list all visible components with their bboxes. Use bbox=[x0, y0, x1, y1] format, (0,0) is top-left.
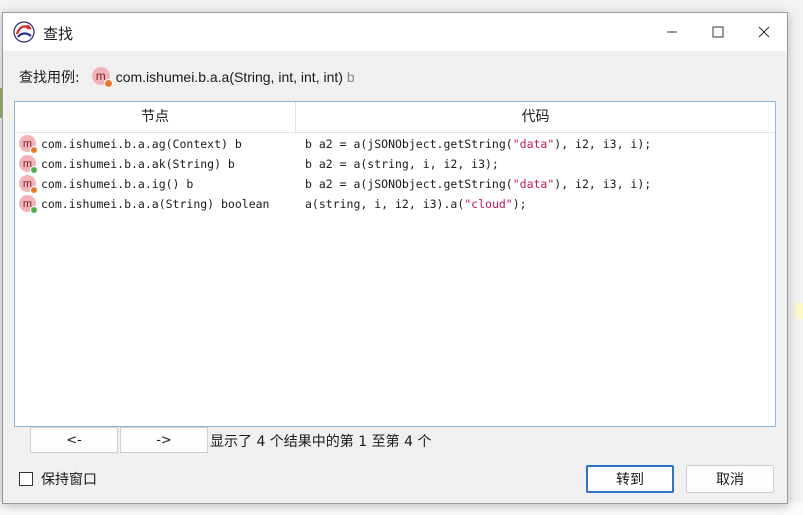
node-text: com.ishumei.b.a.a(String) boolean bbox=[41, 197, 270, 211]
column-header-node[interactable]: 节点 bbox=[15, 102, 296, 132]
close-button[interactable] bbox=[741, 13, 787, 51]
node-text: com.ishumei.b.a.ig() b bbox=[41, 177, 194, 191]
keep-window-label: 保持窗口 bbox=[41, 472, 97, 488]
code-fragment: ), i2, i3, i); bbox=[554, 137, 652, 151]
code-cell: b a2 = a(string, i, i2, i3); bbox=[305, 154, 499, 174]
code-cell: b a2 = a(jSONObject.getString("data"), i… bbox=[305, 134, 651, 154]
cancel-button[interactable]: 取消 bbox=[686, 465, 774, 493]
minimize-button[interactable] bbox=[649, 13, 695, 51]
code-fragment: ); bbox=[512, 197, 527, 211]
method-icon-dot bbox=[30, 206, 38, 214]
keep-window-checkbox[interactable] bbox=[19, 472, 33, 486]
minimize-icon bbox=[667, 31, 677, 33]
find-usages-header: 查找用例: m com.ishumei.b.a.a(String, int, i… bbox=[19, 67, 355, 88]
method-icon: m bbox=[19, 135, 38, 154]
code-fragment: a(string, i, i2, i3).a( bbox=[305, 197, 465, 211]
window-title: 查找 bbox=[43, 25, 74, 43]
code-string-literal: "data" bbox=[512, 177, 555, 191]
table-row[interactable]: m com.ishumei.b.a.ak(String) b b a2 = a(st… bbox=[15, 154, 775, 174]
method-icon: m bbox=[19, 175, 38, 194]
background-app-highlight bbox=[795, 303, 803, 319]
close-icon bbox=[758, 26, 770, 38]
node-cell: m com.ishumei.b.a.ag(Context) b bbox=[15, 134, 295, 154]
method-icon: m bbox=[91, 67, 113, 88]
code-string-literal: "data" bbox=[512, 137, 555, 151]
method-icon: m bbox=[19, 155, 38, 174]
table-row[interactable]: m com.ishumei.b.a.ag(Context) b b a2 = a(j… bbox=[15, 134, 775, 154]
previous-page-button[interactable]: <- bbox=[30, 427, 118, 453]
usages-table: 节点 代码 m com.ishumei.b.a.ag(Context) bb a2… bbox=[14, 101, 776, 427]
method-icon-dot bbox=[103, 79, 113, 88]
target-method-signature: com.ishumei.b.a.a(String, int, int, int) bbox=[115, 69, 343, 85]
code-fragment: b a2 = a(jSONObject.getString( bbox=[305, 177, 513, 191]
method-icon-dot bbox=[30, 186, 38, 194]
goto-button[interactable]: 转到 bbox=[586, 465, 674, 493]
find-usages-label: 查找用例: bbox=[19, 70, 80, 86]
code-string-literal: "cloud" bbox=[464, 197, 513, 211]
node-text: com.ishumei.b.a.ak(String) b bbox=[41, 157, 235, 171]
target-method-return-type: b bbox=[346, 69, 355, 85]
title-bar: 查找 bbox=[3, 13, 787, 51]
results-status: 显示了 4 个结果中的第 1 至第 4 个 bbox=[210, 434, 432, 450]
code-fragment: b a2 = a(jSONObject.getString( bbox=[305, 137, 513, 151]
node-cell: m com.ishumei.b.a.a(String) boolean bbox=[15, 194, 295, 214]
method-icon: m bbox=[19, 195, 38, 214]
table-row[interactable]: m com.ishumei.b.a.ig() b b a2 = a(jSONObje… bbox=[15, 174, 775, 194]
keep-window-option[interactable]: 保持窗口 bbox=[19, 469, 97, 489]
node-cell: m com.ishumei.b.a.ig() b bbox=[15, 174, 295, 194]
find-usages-dialog: 查找 查找用例: m com.ishumei.b.a.a(String, int… bbox=[2, 12, 788, 504]
method-icon-dot bbox=[30, 166, 38, 174]
code-fragment: ), i2, i3, i); bbox=[554, 177, 652, 191]
jadx-app-icon bbox=[13, 21, 35, 43]
code-cell: b a2 = a(jSONObject.getString("data"), i… bbox=[305, 174, 651, 194]
node-text: com.ishumei.b.a.ag(Context) b bbox=[41, 137, 242, 151]
node-cell: m com.ishumei.b.a.ak(String) b bbox=[15, 154, 295, 174]
maximize-button[interactable] bbox=[695, 13, 741, 51]
method-icon-dot bbox=[30, 146, 38, 154]
maximize-icon bbox=[712, 26, 724, 38]
code-fragment: b a2 = a(string, i, i2, i3); bbox=[305, 157, 499, 171]
column-header-code[interactable]: 代码 bbox=[296, 102, 775, 132]
next-page-button[interactable]: -> bbox=[120, 427, 208, 453]
code-cell: a(string, i, i2, i3).a("cloud"); bbox=[305, 194, 527, 214]
table-row[interactable]: m com.ishumei.b.a.a(String) boolean a(stri… bbox=[15, 194, 775, 214]
table-header: 节点 代码 bbox=[15, 102, 775, 133]
